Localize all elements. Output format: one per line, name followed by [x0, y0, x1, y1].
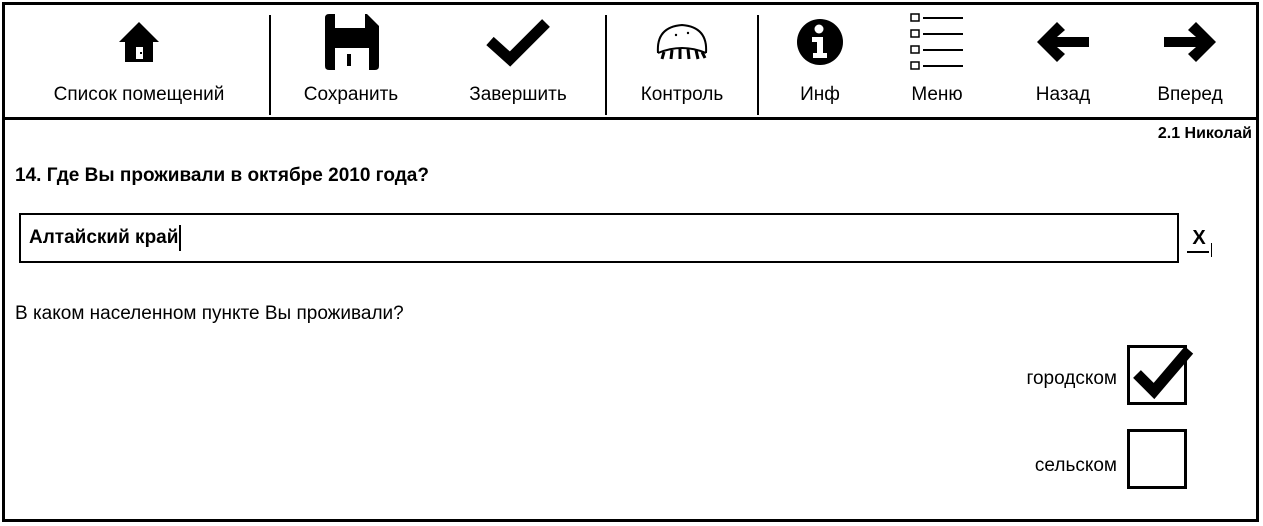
menu-label: Меню — [911, 84, 963, 105]
option-rural-checkbox[interactable] — [1127, 429, 1187, 489]
menu-button[interactable]: Меню — [881, 5, 993, 117]
save-button[interactable]: Сохранить — [277, 5, 425, 117]
option-urban-label: городском — [1026, 368, 1117, 389]
user-label: 2.1 Николай — [1157, 125, 1252, 142]
toolbar-divider — [757, 15, 759, 115]
question-title: 14. Где Вы проживали в октябре 2010 года… — [15, 165, 429, 186]
toolbar: Список помещений Сохранить Завершить Кон… — [5, 5, 1256, 120]
toolbar-divider — [605, 15, 607, 115]
back-button[interactable]: Назад — [1005, 5, 1121, 117]
forward-label: Вперед — [1157, 84, 1223, 105]
control-label: Контроль — [640, 84, 724, 105]
residence-input[interactable]: Алтайский край — [19, 213, 1179, 263]
info-icon — [797, 19, 843, 65]
floppy-disk-icon — [325, 14, 379, 70]
back-label: Назад — [1035, 84, 1091, 105]
control-icon — [656, 23, 708, 60]
clear-label: X — [1192, 227, 1206, 249]
rooms-list-button[interactable]: Список помещений — [15, 5, 263, 117]
checkmark-icon — [486, 19, 550, 67]
menu-list-icon — [910, 13, 963, 70]
option-urban-checkbox[interactable] — [1127, 345, 1194, 405]
clear-underline — [1187, 251, 1209, 253]
save-label: Сохранить — [303, 84, 399, 105]
info-label: Инф — [800, 84, 840, 105]
arrow-right-icon — [1164, 22, 1216, 62]
finish-label: Завершить — [469, 84, 567, 105]
home-icon — [119, 22, 159, 62]
forward-button[interactable]: Вперед — [1131, 5, 1249, 117]
option-rural-label: сельском — [1034, 455, 1117, 476]
clear-button[interactable]: X — [1183, 223, 1215, 259]
finish-button[interactable]: Завершить — [443, 5, 593, 117]
residence-input-value: Алтайский край — [29, 227, 179, 248]
text-caret — [179, 225, 182, 251]
control-button[interactable]: Контроль — [611, 5, 753, 117]
rooms-list-label: Список помещений — [53, 84, 225, 105]
checkmark-icon — [1133, 346, 1194, 400]
app-window: Список помещений Сохранить Завершить Кон… — [2, 2, 1259, 522]
subquestion-title: В каком населенном пункте Вы проживали? — [15, 303, 404, 324]
info-button[interactable]: Инф — [765, 5, 875, 117]
toolbar-divider — [269, 15, 271, 115]
clear-tick — [1211, 243, 1212, 257]
arrow-left-icon — [1037, 22, 1089, 62]
